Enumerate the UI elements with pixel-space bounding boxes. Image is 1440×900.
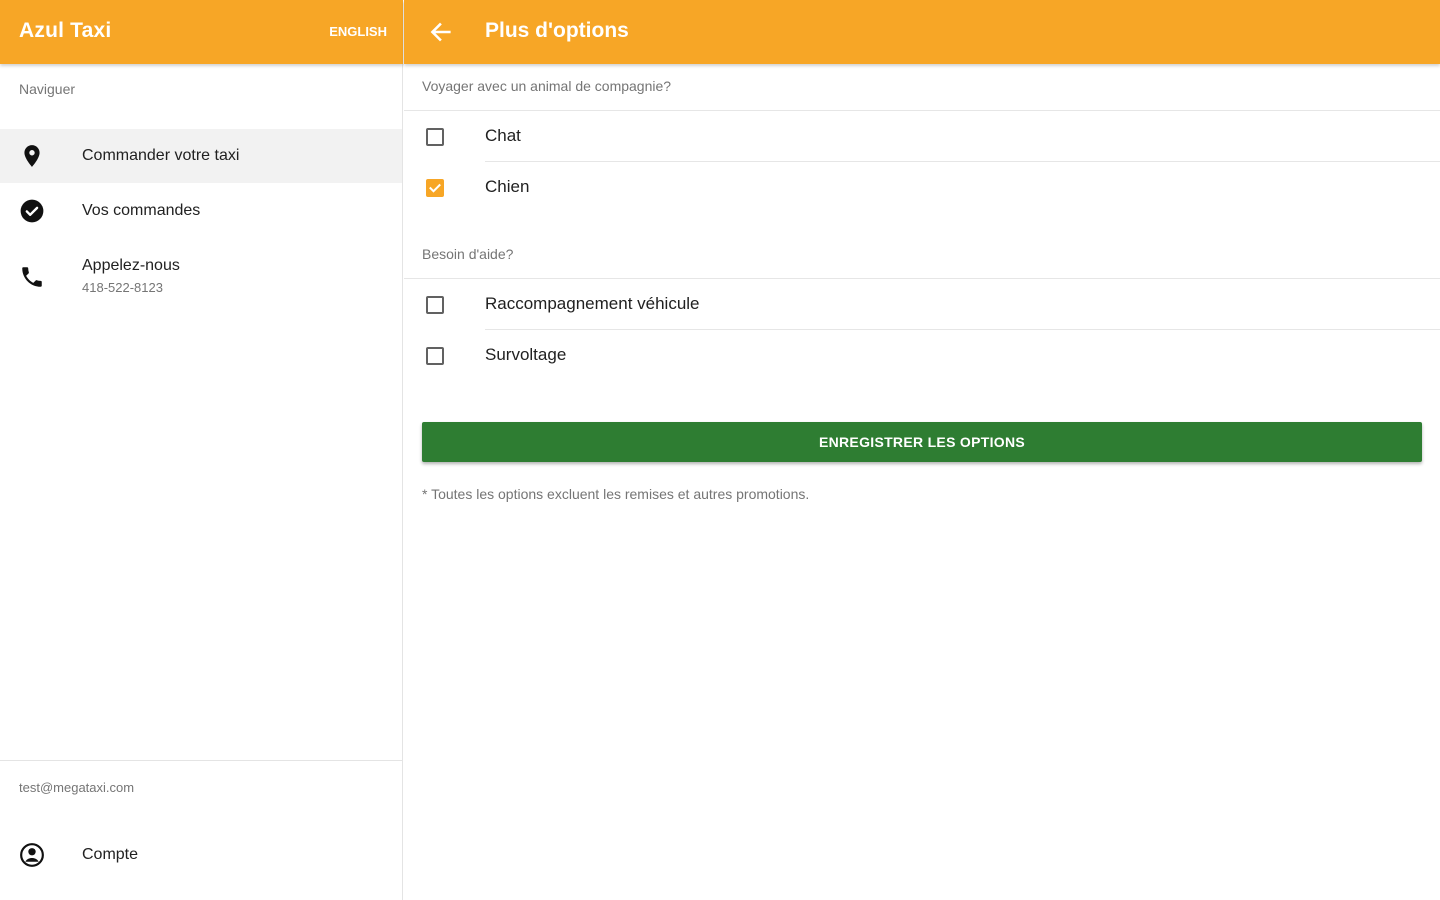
dog-checkbox[interactable]: [426, 179, 444, 197]
section-divider: [404, 110, 1440, 111]
nav-item-label: Commander votre taxi: [82, 147, 240, 164]
main-toolbar: Plus d'options: [404, 0, 1440, 64]
drawer-divider: [0, 760, 402, 761]
language-toggle-button[interactable]: ENGLISH: [329, 24, 387, 39]
app-root: Azul Taxi ENGLISH Naviguer Commander vot…: [0, 0, 1440, 900]
save-options-button[interactable]: ENREGISTRER LES OPTIONS: [422, 422, 1422, 462]
row-divider: [485, 329, 1440, 330]
page-title: Plus d'options: [485, 19, 629, 42]
nav-item-label: Compte: [82, 846, 139, 863]
account-email: test@megataxi.com: [19, 780, 135, 795]
option-label: Chien: [485, 177, 530, 196]
account-circle-icon: [19, 842, 45, 868]
app-title: Azul Taxi: [19, 19, 112, 42]
options-panel: Plus d'options Voyager avec un animal de…: [404, 0, 1440, 900]
cat-checkbox[interactable]: [426, 128, 444, 146]
row-divider: [485, 161, 1440, 162]
option-row-vehicle-return[interactable]: Raccompagnement véhicule: [404, 280, 1440, 330]
back-arrow-icon[interactable]: [426, 18, 454, 46]
nav-item-call-us[interactable]: Appelez-nous 418-522-8123: [0, 246, 402, 308]
location-pin-icon: [19, 143, 45, 169]
option-label: Survoltage: [485, 345, 567, 364]
section-divider: [404, 278, 1440, 279]
nav-item-label: Vos commandes: [82, 202, 201, 219]
nav-item-orders[interactable]: Vos commandes: [0, 184, 402, 238]
vehicle-return-checkbox[interactable]: [426, 296, 444, 314]
nav-item-label: Appelez-nous: [82, 257, 180, 274]
drawer-toolbar: Azul Taxi ENGLISH: [0, 0, 403, 64]
nav-item-account[interactable]: Compte: [0, 828, 402, 882]
help-section-header: Besoin d'aide?: [422, 246, 514, 262]
phone-icon: [19, 264, 45, 290]
drawer-subheader: Naviguer: [19, 81, 76, 97]
phone-number: 418-522-8123: [82, 280, 163, 295]
options-footnote: * Toutes les options excluent les remise…: [422, 486, 810, 502]
pets-section-header: Voyager avec un animal de compagnie?: [422, 78, 672, 94]
navigation-drawer: Azul Taxi ENGLISH Naviguer Commander vot…: [0, 0, 403, 900]
nav-item-order-taxi[interactable]: Commander votre taxi: [0, 129, 402, 183]
boost-checkbox[interactable]: [426, 347, 444, 365]
option-label: Chat: [485, 126, 521, 145]
check-circle-icon: [19, 198, 45, 224]
checkmark-icon: [429, 183, 441, 193]
option-label: Raccompagnement véhicule: [485, 294, 700, 313]
option-row-cat[interactable]: Chat: [404, 112, 1440, 162]
option-row-boost[interactable]: Survoltage: [404, 331, 1440, 381]
option-row-dog[interactable]: Chien: [404, 163, 1440, 213]
